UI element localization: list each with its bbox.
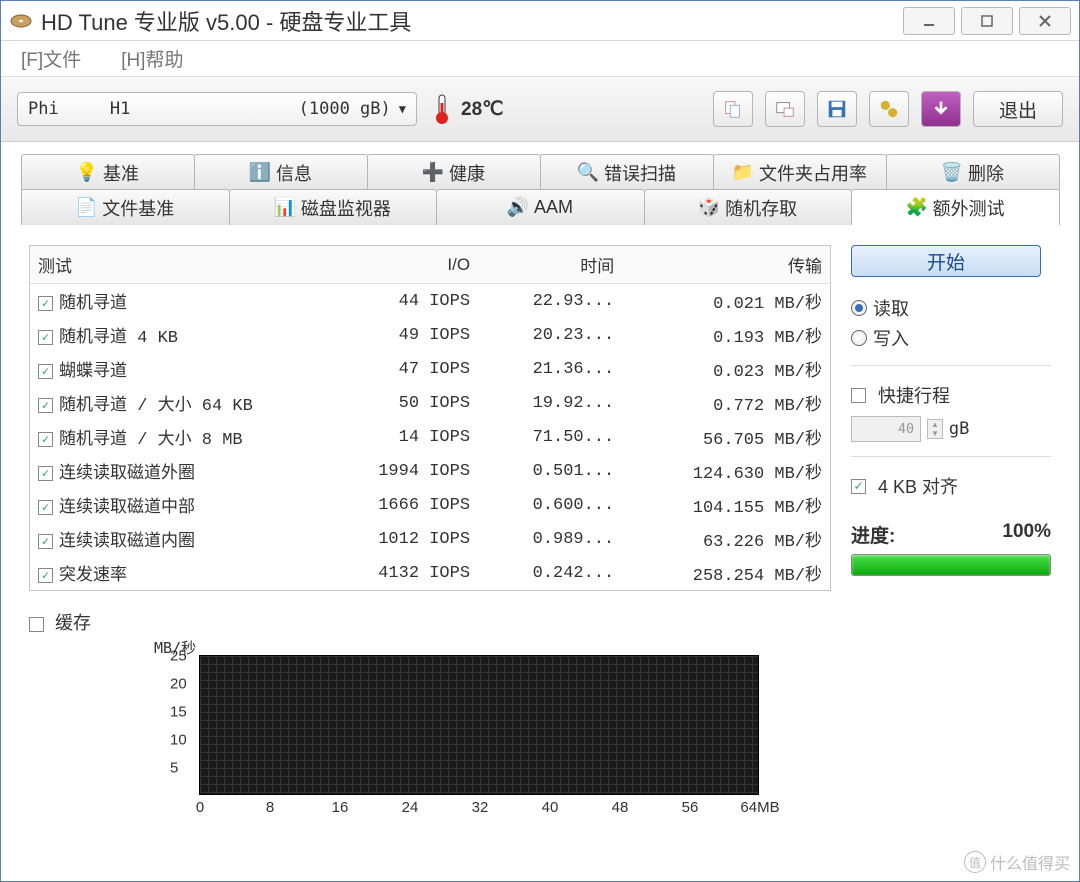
tab-磁盘监视器[interactable]: 📊磁盘监视器 [229, 189, 438, 225]
random-icon: 🎲 [699, 198, 719, 218]
y-tick: 10 [170, 732, 187, 749]
extra-icon: 🧩 [907, 198, 927, 218]
tab-错误扫描[interactable]: 🔍错误扫描 [540, 154, 714, 190]
x-tick: 40 [542, 799, 559, 816]
write-label: 写入 [873, 325, 909, 351]
align-label: 4 KB 对齐 [878, 473, 958, 499]
align-checkbox[interactable] [851, 479, 866, 494]
x-tick: 32 [472, 799, 489, 816]
row-checkbox[interactable] [38, 364, 53, 379]
write-radio[interactable] [851, 330, 867, 346]
throughput-chart: MB/秒 5101520250816243240485664MB [199, 655, 789, 825]
spin-up: ▲ [928, 420, 942, 429]
menu-file[interactable]: [F]文件 [21, 45, 81, 72]
filebench-icon: 📄 [76, 198, 96, 218]
monitor-icon: 📊 [275, 198, 295, 218]
tab-文件基准[interactable]: 📄文件基准 [21, 189, 230, 225]
tab-删除[interactable]: 🗑️删除 [886, 154, 1060, 190]
table-row[interactable]: 连续读取磁道外圈1994 IOPS0.501...124.630 MB/秒 [30, 454, 831, 488]
row-checkbox[interactable] [38, 568, 53, 583]
x-tick: 0 [196, 799, 204, 816]
col-time[interactable]: 时间 [478, 246, 622, 284]
col-transfer[interactable]: 传输 [622, 246, 830, 284]
row-checkbox[interactable] [38, 534, 53, 549]
progress-bar [851, 554, 1051, 576]
row-checkbox[interactable] [38, 500, 53, 515]
row-checkbox[interactable] [38, 296, 53, 311]
progress-value: 100% [1002, 521, 1051, 548]
temperature-display: 28℃ [429, 93, 503, 125]
thermometer-icon [429, 93, 455, 125]
table-row[interactable]: 突发速率4132 IOPS0.242...258.254 MB/秒 [30, 556, 831, 591]
x-tick: 64MB [740, 799, 779, 816]
tab-信息[interactable]: ℹ️信息 [194, 154, 368, 190]
row-checkbox[interactable] [38, 330, 53, 345]
tab-健康[interactable]: ➕健康 [367, 154, 541, 190]
x-tick: 48 [612, 799, 629, 816]
y-tick: 5 [170, 760, 178, 777]
row-checkbox[interactable] [38, 466, 53, 481]
table-row[interactable]: 随机寻道 / 大小 8 MB14 IOPS71.50...56.705 MB/秒 [30, 420, 831, 454]
x-tick: 56 [682, 799, 699, 816]
tab-随机存取[interactable]: 🎲随机存取 [644, 189, 853, 225]
row-checkbox[interactable] [38, 432, 53, 447]
drive-select[interactable]: Phi H1 (1000 gB) ▼ [17, 92, 417, 126]
stroke-unit: gB [949, 419, 969, 439]
trash-icon: 🗑️ [942, 163, 962, 183]
x-tick: 8 [266, 799, 274, 816]
read-label: 读取 [873, 295, 909, 321]
drive-size: (1000 gB) [299, 99, 391, 119]
table-row[interactable]: 连续读取磁道内圈1012 IOPS0.989...63.226 MB/秒 [30, 522, 831, 556]
table-row[interactable]: 随机寻道 / 大小 64 KB50 IOPS19.92...0.772 MB/秒 [30, 386, 831, 420]
shortstroke-label: 快捷行程 [878, 382, 950, 408]
table-row[interactable]: 随机寻道 4 KB49 IOPS20.23...0.193 MB/秒 [30, 318, 831, 352]
copy-button[interactable] [713, 91, 753, 127]
window-title: HD Tune 专业版 v5.00 - 硬盘专业工具 [41, 5, 903, 37]
maximize-button[interactable] [961, 7, 1013, 35]
table-row[interactable]: 蝴蝶寻道47 IOPS21.36...0.023 MB/秒 [30, 352, 831, 386]
cache-checkbox[interactable] [29, 617, 44, 632]
minimize-button[interactable] [903, 7, 955, 35]
col-test[interactable]: 测试 [30, 246, 334, 284]
save-button[interactable] [817, 91, 857, 127]
app-icon [9, 9, 33, 33]
info-icon: ℹ️ [250, 163, 270, 183]
table-row[interactable]: 随机寻道44 IOPS22.93...0.021 MB/秒 [30, 284, 831, 319]
spin-down: ▼ [928, 429, 942, 438]
x-tick: 16 [332, 799, 349, 816]
tab-额外测试[interactable]: 🧩额外测试 [851, 189, 1060, 225]
cache-label: 缓存 [55, 613, 91, 633]
folder-icon: 📁 [733, 163, 753, 183]
table-row[interactable]: 连续读取磁道中部1666 IOPS0.600...104.155 MB/秒 [30, 488, 831, 522]
progress-label: 进度: [851, 521, 895, 548]
download-button[interactable] [921, 91, 961, 127]
read-radio[interactable] [851, 300, 867, 316]
tab-基准[interactable]: 💡基准 [21, 154, 195, 190]
y-tick: 15 [170, 704, 187, 721]
close-button[interactable] [1019, 7, 1071, 35]
scan-icon: 🔍 [578, 163, 598, 183]
start-button[interactable]: 开始 [851, 245, 1041, 277]
col-io[interactable]: I/O [334, 246, 478, 284]
speaker-icon: 🔊 [508, 198, 528, 218]
tab-AAM[interactable]: 🔊AAM [436, 189, 645, 225]
stroke-value-input [851, 416, 921, 442]
watermark: 值什么值得买 [964, 850, 1070, 874]
health-icon: ➕ [423, 163, 443, 183]
y-tick: 20 [170, 676, 187, 693]
shortstroke-checkbox[interactable] [851, 388, 866, 403]
settings-button[interactable] [869, 91, 909, 127]
lightbulb-icon: 💡 [77, 163, 97, 183]
chevron-down-icon: ▼ [399, 102, 406, 116]
row-checkbox[interactable] [38, 398, 53, 413]
x-tick: 24 [402, 799, 419, 816]
menu-help[interactable]: [H]帮助 [121, 45, 183, 72]
y-tick: 25 [170, 648, 187, 665]
results-table: 测试 I/O 时间 传输 随机寻道44 IOPS22.93...0.021 MB… [29, 245, 831, 591]
drive-name: Phi H1 [28, 99, 130, 119]
exit-button[interactable]: 退出 [973, 91, 1063, 127]
screenshot-button[interactable] [765, 91, 805, 127]
tab-文件夹占用率[interactable]: 📁文件夹占用率 [713, 154, 887, 190]
